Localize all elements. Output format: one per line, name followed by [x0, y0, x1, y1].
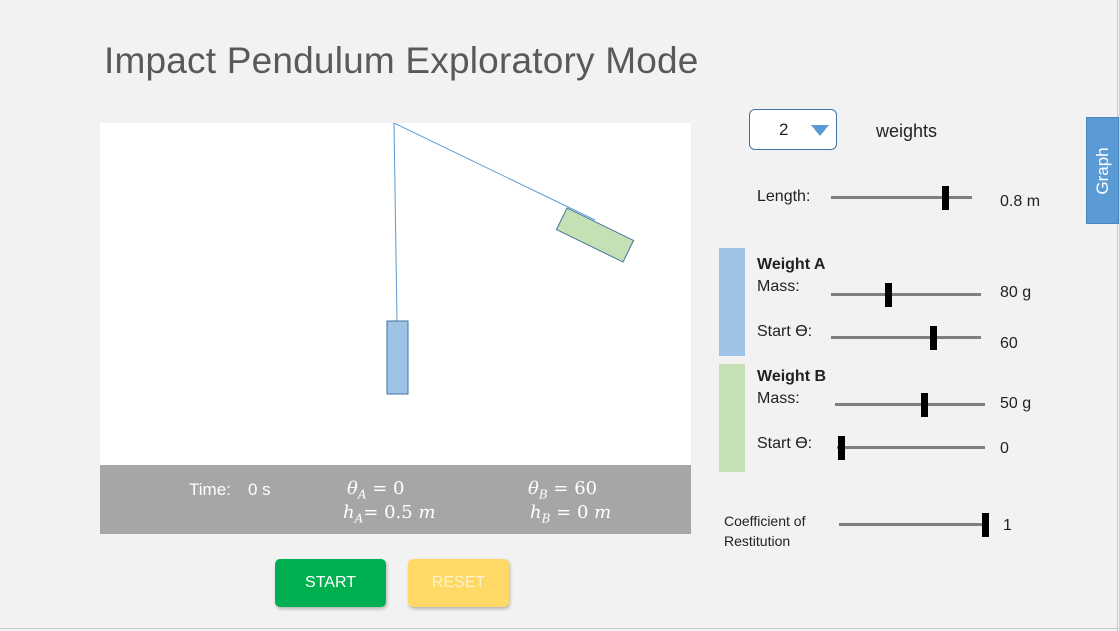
weight-b-mass-label: Mass:	[757, 390, 800, 407]
length-value: 0.8 m	[1000, 193, 1041, 210]
weights-count-value: 2	[779, 120, 789, 139]
weight-a-heading: Weight A	[757, 256, 826, 273]
weight-a-start-theta-value: 60	[1000, 335, 1018, 352]
theta-a-readout: θA = 0	[347, 478, 405, 502]
simulation-canvas	[100, 123, 691, 465]
page-title: Impact Pendulum Exploratory Mode	[104, 40, 699, 81]
weight-b-heading: Weight B	[757, 368, 827, 385]
weights-count-select[interactable]: 2	[749, 109, 837, 150]
pendulum-b-string	[393, 123, 596, 221]
length-slider[interactable]	[831, 186, 972, 210]
restitution-slider-thumb[interactable]	[981, 513, 989, 537]
graph-tab[interactable]: Graph	[1086, 117, 1119, 224]
length-label: Length:	[757, 188, 811, 205]
theta-b-readout: θB = 60	[528, 478, 598, 502]
weights-label: weights	[876, 121, 938, 141]
time-label: Time:	[189, 480, 231, 499]
weight-a-start-theta-slider-thumb[interactable]	[930, 326, 937, 350]
pendulum-drawing	[386, 123, 635, 395]
weight-b-start-theta-value: 0	[1000, 440, 1009, 457]
info-bar: Time: 0 s θA = 0 hA= 0.5 m θB = 60 hB = …	[100, 465, 691, 534]
weight-a-block[interactable]	[386, 320, 409, 395]
reset-button[interactable]: RESET	[408, 559, 509, 607]
weight-a-mass-label: Mass:	[757, 278, 800, 295]
weight-a-mass-slider-thumb[interactable]	[885, 283, 892, 307]
window-border-right	[1117, 0, 1118, 631]
weight-a-start-theta-slider[interactable]	[831, 326, 981, 350]
weight-b-start-theta-slider-thumb[interactable]	[838, 436, 846, 460]
length-slider-thumb[interactable]	[942, 186, 950, 210]
restitution-value: 1	[1003, 517, 1012, 534]
weight-b-mass-slider[interactable]	[835, 393, 985, 417]
weight-a-mass-value: 80 g	[1000, 284, 1032, 301]
weight-a-color-swatch	[719, 248, 745, 356]
time-value: 0 s	[248, 480, 271, 499]
restitution-slider[interactable]	[839, 513, 989, 537]
weight-a-mass-slider[interactable]	[831, 283, 981, 307]
start-button[interactable]: START	[275, 559, 386, 607]
weight-b-mass-slider-thumb[interactable]	[920, 393, 928, 417]
weight-b-start-theta-slider[interactable]	[837, 436, 985, 460]
weight-b-mass-value: 50 g	[1000, 395, 1032, 412]
weight-b-color-swatch	[719, 364, 745, 472]
weight-a-start-theta-label: Start ϴ:	[757, 323, 813, 340]
weight-b-block[interactable]	[555, 207, 635, 263]
restitution-label: Coefficient of Restitution	[724, 513, 806, 549]
pendulum-a-string	[393, 123, 398, 322]
chevron-down-icon	[811, 125, 829, 136]
height-b-readout: hB = 0 m	[530, 502, 612, 526]
weight-b-start-theta-label: Start ϴ:	[757, 435, 813, 452]
height-a-readout: hA= 0.5 m	[343, 502, 436, 526]
window-border-bottom	[0, 628, 1119, 629]
graph-tab-label: Graph	[1092, 146, 1112, 195]
